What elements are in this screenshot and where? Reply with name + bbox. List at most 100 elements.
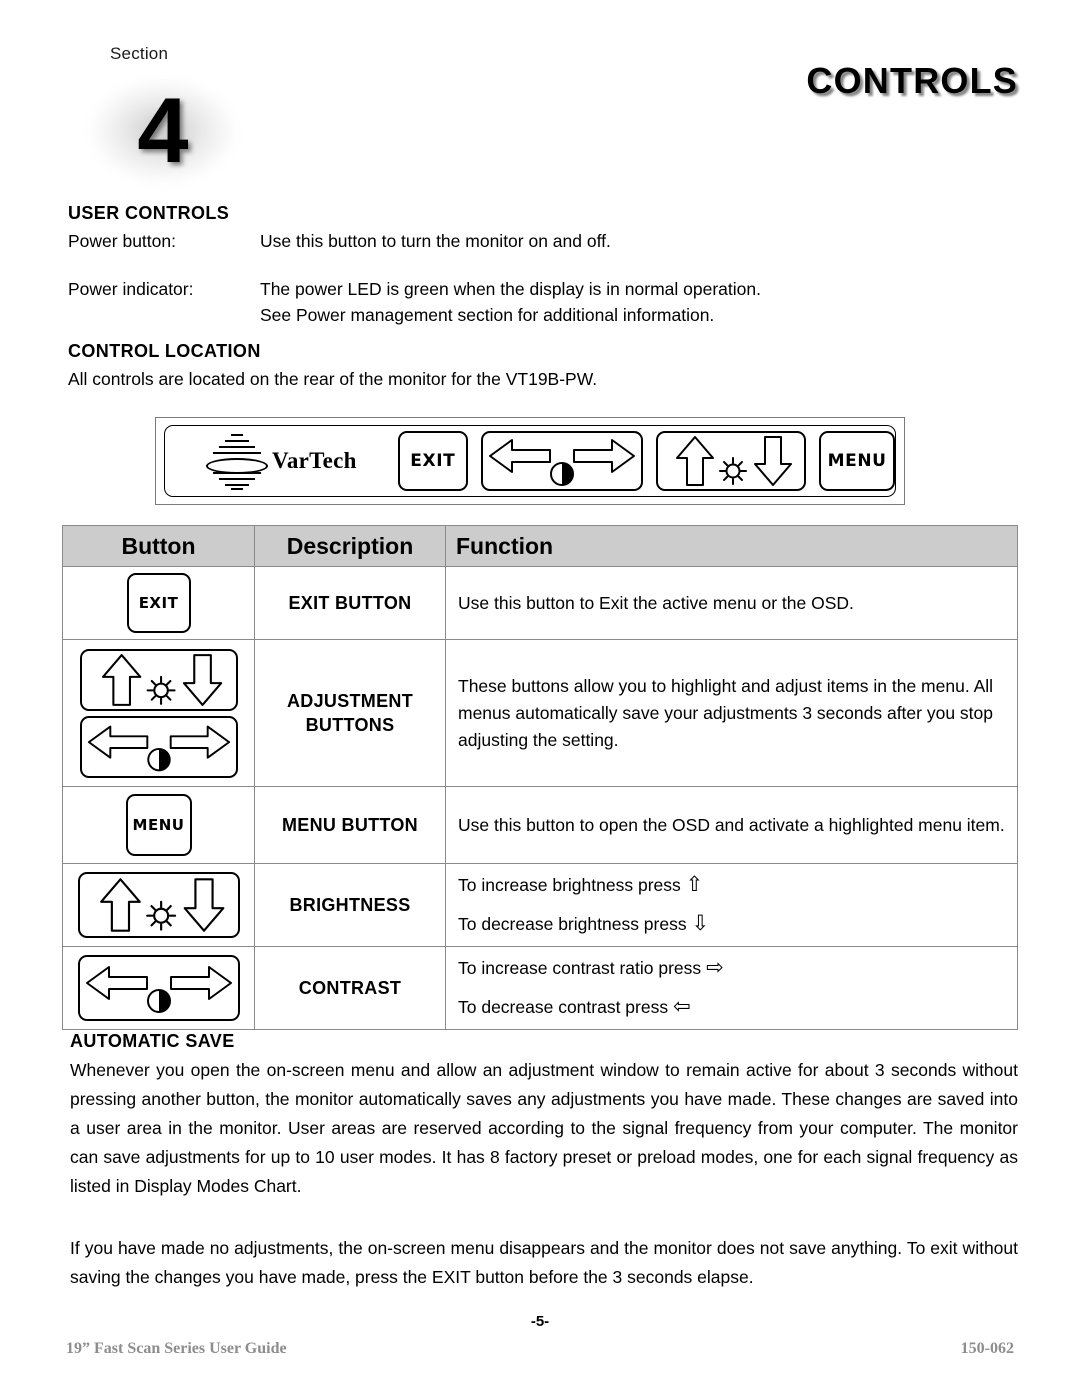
panel-brightness-buttons[interactable] <box>656 431 806 491</box>
brand-logo: VarTech <box>165 426 398 496</box>
description-line-1: ADJUSTMENT <box>286 691 413 711</box>
table-row: BRIGHTNESS To increase brightness press … <box>62 863 1018 947</box>
cell-button-contrast <box>62 946 255 1030</box>
controls-table: Button Description Function EXIT EXIT BU… <box>62 525 1018 1030</box>
panel-brightness-icon-group <box>675 436 792 486</box>
contrast-key-wrap <box>63 949 254 1027</box>
contrast-icon <box>146 989 171 1013</box>
menu-key-icon: MENU <box>63 788 254 862</box>
function-line-increase: To increase contrast ratio press ⇨ <box>458 955 1005 982</box>
cell-function-brightness: To increase brightness press ⇧ To decrea… <box>445 863 1018 947</box>
contrast-icon <box>146 747 171 771</box>
page-title: CONTROLS <box>806 60 1018 101</box>
function-text: To increase contrast ratio press <box>458 958 707 978</box>
label-power-indicator: Power indicator: <box>68 279 194 299</box>
page-number: -5- <box>530 1313 550 1330</box>
cell-button-adjustment <box>62 639 255 787</box>
paragraph-automatic-save-2: If you have made no adjustments, the on-… <box>70 1238 1018 1287</box>
table-row: CONTRAST To increase contrast ratio pres… <box>62 946 1018 1030</box>
down-arrow-icon <box>182 653 222 706</box>
down-arrow-icon <box>753 436 792 486</box>
brightness-sun-icon <box>718 457 747 485</box>
table-header-row: Button Description Function <box>62 525 1018 567</box>
menu-key-label: MENU <box>132 816 185 834</box>
brand-name: VarTech <box>272 448 357 473</box>
cell-description-contrast: CONTRAST <box>254 946 446 1030</box>
section-number: 4 <box>137 80 189 182</box>
contrast-icon-group <box>85 966 232 1013</box>
document-page: Section 4 CONTROLS USER CONTROLS Power b… <box>0 0 1080 1397</box>
panel-spacer-2 <box>643 461 657 462</box>
table-row: MENU MENU BUTTON Use this button to open… <box>62 786 1018 864</box>
exit-key-box[interactable]: EXIT <box>126 573 191 633</box>
table-row: EXIT EXIT BUTTON Use this button to Exit… <box>62 566 1018 640</box>
up-arrow-icon <box>99 878 141 932</box>
cell-function-contrast: To increase contrast ratio press ⇨ To de… <box>445 946 1018 1030</box>
left-arrow-glyph-icon: ⇦ <box>672 994 691 1018</box>
label-power-button: Power button: <box>68 231 176 251</box>
panel-menu-label: MENU <box>827 451 887 471</box>
brightness-key-icon[interactable] <box>77 872 240 938</box>
up-arrow-icon <box>675 436 714 486</box>
contrast-key-icon[interactable] <box>77 955 240 1021</box>
right-arrow-glyph-icon: ⇨ <box>706 955 724 979</box>
cell-button-brightness <box>62 863 255 947</box>
right-arrow-icon <box>169 966 232 1000</box>
brightness-key-icon[interactable] <box>79 648 238 711</box>
cell-function-exit: Use this button to Exit the active menu … <box>445 566 1018 640</box>
function-text: Use this button to Exit the active menu … <box>458 592 854 613</box>
cell-description-brightness: BRIGHTNESS <box>254 863 446 947</box>
control-panel-diagram: VarTech EXIT MENU <box>155 417 905 505</box>
panel-spacer-1 <box>468 461 482 462</box>
function-line-increase: To increase brightness press ⇧ <box>458 872 1005 899</box>
function-text: To increase brightness press <box>458 875 686 895</box>
cell-description-exit: EXIT BUTTON <box>254 566 446 640</box>
down-arrow-icon <box>183 878 224 932</box>
description-line-2: BUTTONS <box>305 715 395 735</box>
text-power-indicator-line2: See Power management section for additio… <box>260 305 715 325</box>
panel-menu-button[interactable]: MENU <box>819 431 895 491</box>
left-arrow-icon <box>87 725 148 759</box>
brightness-icon-group <box>99 878 224 932</box>
panel-spacer-3 <box>806 461 820 462</box>
up-arrow-glyph-icon: ⇧ <box>685 872 704 896</box>
column-header-function: Function <box>445 525 1018 567</box>
contrast-icon <box>549 462 574 486</box>
cell-description-menu: MENU BUTTON <box>254 786 446 864</box>
up-arrow-icon <box>101 653 141 706</box>
text-power-button-desc: Use this button to turn the monitor on a… <box>260 231 611 251</box>
footer-document-code: 150-062 <box>960 1340 1014 1357</box>
contrast-key-icon[interactable] <box>79 715 238 778</box>
function-line-decrease: To decrease brightness press ⇩ <box>458 911 1005 938</box>
adjustment-keys-stack <box>63 642 254 785</box>
menu-key-box[interactable]: MENU <box>125 794 192 856</box>
heading-user-controls: USER CONTROLS <box>68 203 230 223</box>
function-text: To decrease brightness press <box>458 914 692 934</box>
function-text: To decrease contrast press <box>458 997 673 1017</box>
footer-document-name: 19” Fast Scan Series User Guide <box>66 1340 287 1357</box>
panel-exit-label: EXIT <box>410 451 456 471</box>
cell-button-menu: MENU <box>62 786 255 864</box>
contrast-icon-group <box>87 725 230 771</box>
column-header-button: Button <box>62 525 255 567</box>
exit-key-label: EXIT <box>138 594 179 612</box>
panel-contrast-buttons[interactable] <box>481 431 643 491</box>
left-arrow-icon <box>488 439 551 473</box>
function-line-decrease: To decrease contrast press ⇦ <box>458 994 1005 1021</box>
function-text: Use this button to open the OSD and acti… <box>458 814 1005 835</box>
section-number-block: 4 <box>88 72 238 190</box>
brightness-key-wrap <box>63 866 254 944</box>
panel-contrast-icon-group <box>488 439 635 486</box>
section-label: Section <box>110 44 169 63</box>
cell-function-menu: Use this button to open the OSD and acti… <box>445 786 1018 864</box>
panel-exit-button[interactable]: EXIT <box>397 431 468 491</box>
column-header-description: Description <box>254 525 446 567</box>
paragraph-automatic-save-1: Whenever you open the on-screen menu and… <box>70 1060 1018 1196</box>
function-text: These buttons allow you to highlight and… <box>458 675 994 750</box>
brightness-sun-icon <box>146 675 176 705</box>
cell-description-adjustment: ADJUSTMENT BUTTONS <box>254 639 446 787</box>
brightness-sun-icon <box>145 900 176 931</box>
exit-key-icon: EXIT <box>63 567 254 639</box>
control-panel-inner: VarTech EXIT MENU <box>164 425 896 497</box>
left-arrow-icon <box>85 966 148 1000</box>
